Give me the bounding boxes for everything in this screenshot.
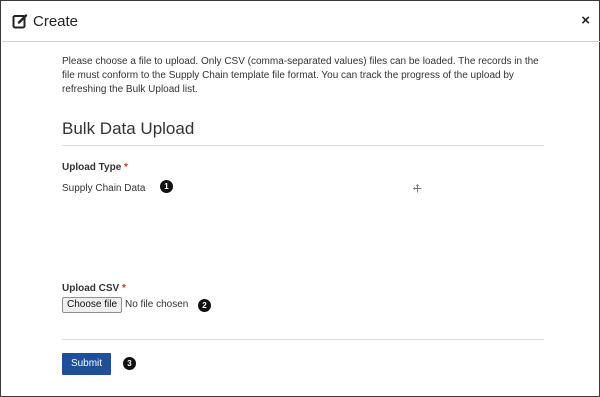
callout-badge-3: 3 <box>123 357 136 370</box>
section-title: Bulk Data Upload <box>62 119 195 138</box>
callout-badge-1: 1 <box>160 180 173 193</box>
instructions-text: Please choose a file to upload. Only CSV… <box>62 56 539 95</box>
footer-divider <box>62 339 544 340</box>
section-divider <box>62 145 544 146</box>
submit-button[interactable]: Submit <box>62 353 111 375</box>
choose-file-button[interactable]: Choose file <box>62 297 123 313</box>
upload-type-label: Upload Type * <box>62 162 128 173</box>
required-marker: * <box>124 162 128 173</box>
file-status-text: No file chosen <box>125 299 189 310</box>
close-icon[interactable]: × <box>581 12 590 30</box>
edit-icon <box>12 14 28 29</box>
dialog-header: Create × <box>2 2 600 42</box>
create-dialog: Create × Please choose a file to upload.… <box>0 0 600 397</box>
move-cursor-icon <box>413 184 422 193</box>
upload-csv-label: Upload CSV * <box>62 283 126 294</box>
dialog-title: Create <box>33 13 79 30</box>
required-marker: * <box>122 283 126 294</box>
callout-badge-2: 2 <box>198 299 211 312</box>
upload-type-value: Supply Chain Data <box>62 183 146 194</box>
